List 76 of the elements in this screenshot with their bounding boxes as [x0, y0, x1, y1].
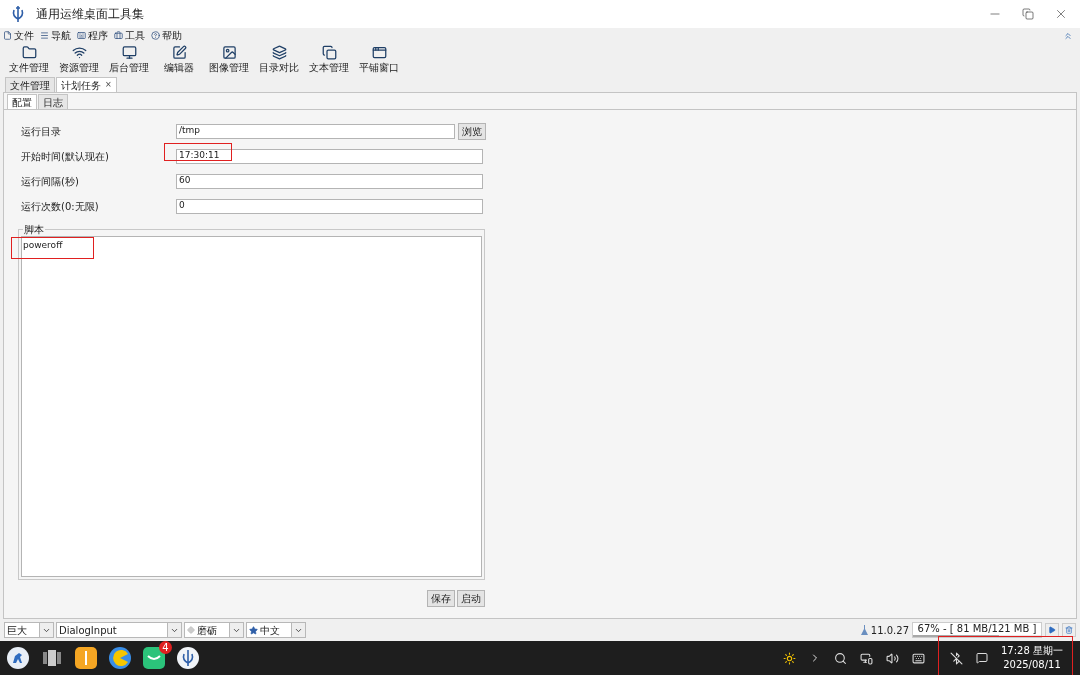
memory-text: 67% - [ 81 MB/121 MB ] — [916, 623, 1038, 635]
briefcase-icon — [114, 31, 123, 40]
menu-item[interactable]: 程序 — [88, 29, 108, 42]
display-icon[interactable] — [860, 651, 873, 665]
bluetooth-off-icon[interactable] — [950, 651, 963, 665]
toolbar-button[interactable]: 编辑器 — [156, 45, 202, 74]
toolbar-button[interactable]: 文本管理 — [306, 45, 352, 74]
toolbar-button[interactable]: 资源管理 — [56, 45, 102, 74]
dropdown-value: DialogInput — [59, 623, 117, 638]
toolbar-button[interactable]: 目录对比 — [256, 45, 302, 74]
dropdown[interactable]: 磨砺 — [184, 622, 244, 638]
copy-icon — [321, 45, 337, 60]
tab[interactable]: 日志 — [38, 94, 68, 109]
toolbar-button[interactable]: 文件管理 — [6, 45, 52, 74]
menu-item[interactable]: 导航 — [51, 29, 71, 42]
flask-icon — [860, 625, 868, 635]
field-label: 运行次数(0:无限) — [21, 199, 100, 214]
menu-item[interactable]: 帮助 — [162, 29, 182, 42]
document-tab[interactable]: 计划任务 × — [56, 77, 117, 92]
trash-icon — [1065, 626, 1073, 634]
close-icon[interactable] — [1054, 7, 1068, 21]
field-label: 运行间隔(秒) — [21, 174, 80, 189]
star-icon — [249, 625, 258, 635]
input-field[interactable]: 60 — [176, 173, 483, 189]
keyboard-icon — [77, 31, 86, 40]
window-title: 通用运维桌面工具集 — [36, 6, 144, 23]
restore-icon[interactable] — [1022, 8, 1034, 20]
panels-app-icon[interactable] — [41, 647, 63, 669]
input-field[interactable]: /tmp — [176, 123, 455, 139]
keyboard-icon[interactable] — [912, 651, 925, 665]
dropdown[interactable]: DialogInput — [56, 622, 182, 638]
trash-button[interactable] — [1062, 623, 1076, 637]
close-tab-icon[interactable]: × — [105, 79, 112, 91]
dropdown[interactable]: 中文 — [246, 622, 306, 638]
signal-icon — [71, 45, 87, 60]
input-field[interactable]: 17:30:11 — [176, 148, 483, 164]
monitor-icon — [121, 45, 137, 60]
menu-icon — [40, 31, 49, 40]
group-title: 脚本 — [23, 224, 45, 235]
diamond-icon — [187, 626, 195, 634]
menu-item[interactable]: 工具 — [125, 29, 145, 42]
tab[interactable]: 配置 — [7, 94, 37, 109]
play-icon — [1048, 626, 1056, 634]
menu-item[interactable]: 文件 — [14, 29, 34, 42]
field-label: 运行目录 — [21, 124, 62, 139]
app-logo-icon[interactable] — [177, 647, 199, 669]
message-icon[interactable] — [976, 652, 988, 664]
file-icon — [3, 31, 12, 40]
pacman-app-icon[interactable] — [109, 647, 131, 669]
version-label: 11.0.27 — [870, 623, 909, 638]
toolbar-button[interactable]: 图像管理 — [206, 45, 252, 74]
help-icon — [151, 31, 160, 40]
input-field[interactable]: 0 — [176, 198, 483, 214]
notification-badge: 4 — [159, 641, 172, 654]
run-button[interactable] — [1045, 623, 1059, 637]
script-textarea[interactable]: poweroff — [21, 236, 482, 577]
sun-icon[interactable] — [783, 651, 796, 665]
action-button[interactable]: 保存 — [427, 590, 455, 607]
dropdown-value: 巨大 — [7, 623, 27, 638]
dropdown[interactable]: 巨大 — [4, 622, 54, 638]
toolbar-button[interactable]: 平铺窗口 — [356, 45, 402, 74]
window-icon — [371, 45, 387, 60]
search-icon[interactable] — [834, 651, 847, 665]
dropdown-value: 磨砺 — [197, 623, 217, 638]
field-label: 开始时间(默认现在) — [21, 149, 110, 164]
edit-icon — [171, 45, 187, 60]
document-tab[interactable]: 文件管理 — [5, 77, 55, 92]
folder-icon — [21, 45, 37, 60]
dropdown-value: 中文 — [260, 623, 280, 638]
browse-button[interactable]: 浏览 — [458, 122, 486, 140]
toolbar-button[interactable]: 后台管理 — [106, 45, 152, 74]
action-button[interactable]: 启动 — [457, 590, 485, 607]
volume-icon[interactable] — [886, 651, 899, 665]
stack-icon — [271, 45, 287, 60]
image-icon — [221, 45, 237, 60]
clock[interactable]: 17:28 星期一 2025/08/11 — [1001, 644, 1063, 672]
